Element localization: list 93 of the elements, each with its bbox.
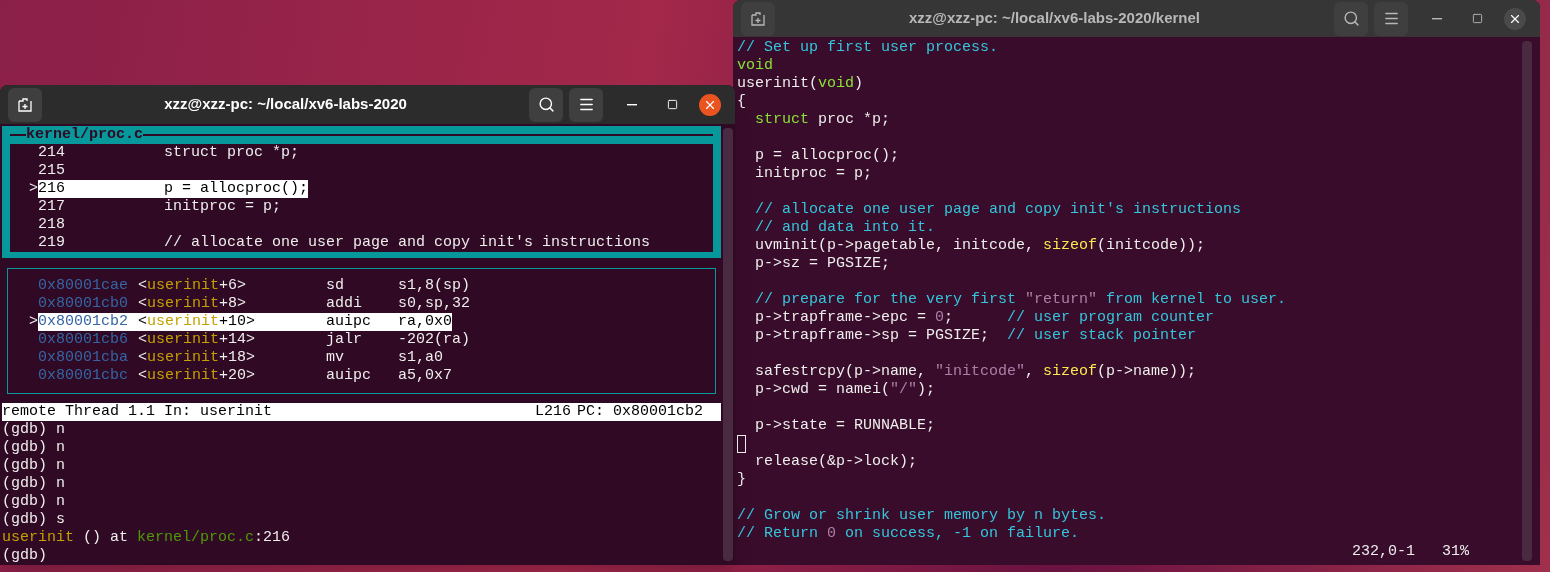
instruction-symbol: <userinit+18> <box>138 349 256 366</box>
code-line: // allocate one user page and copy init's instructions <box>754 201 1242 219</box>
instruction-address: 0x80001cbc <box>38 367 129 385</box>
line-number: 218 <box>38 216 66 234</box>
instruction-address: 0x80001cb2 <box>38 313 129 331</box>
new-tab-button[interactable] <box>8 87 42 122</box>
console-line: (gdb) n <box>2 421 65 438</box>
code-line: p->state = RUNNABLE; <box>754 417 936 435</box>
code-line: p->trapframe->sp = PGSIZE; // user stack pointer <box>754 327 1197 345</box>
console-line: (gdb) n <box>2 439 65 456</box>
minimize-icon <box>627 103 637 106</box>
search-button[interactable] <box>1334 1 1368 36</box>
code-line: initproc = p; <box>754 165 873 183</box>
thread-status: remote Thread 1.1 In: userinit <box>2 403 274 421</box>
line-number: 217 <box>38 198 66 216</box>
code-line: release(&p->lock); <box>754 453 918 471</box>
instruction-address: 0x80001cb0 <box>38 295 129 313</box>
close-button[interactable] <box>699 93 721 116</box>
code-line: } <box>737 471 746 489</box>
console-line: (gdb) n <box>2 457 65 474</box>
menu-icon <box>577 96 595 113</box>
instruction-address: 0x80001cba <box>38 349 129 367</box>
line-number: 216 <box>38 180 66 198</box>
instruction-operands: ra,0x0 <box>398 313 452 331</box>
scroll-percent: 31% <box>1442 543 1469 561</box>
source-code: initproc = p; <box>164 198 282 216</box>
code-line: // Set up first user process. <box>737 39 999 57</box>
scrollbar[interactable] <box>1522 41 1532 561</box>
code-line: safestrcpy(p->name, "initcode", sizeof(p->name)); <box>754 363 1197 381</box>
instruction-address: 0x80001cb6 <box>38 331 129 349</box>
console-line: userinit () at kernel/proc.c:216 <box>2 529 291 546</box>
code-line: userinit(void) <box>737 75 864 93</box>
instruction-mnemonic: auipc <box>326 367 372 385</box>
search-icon <box>537 96 555 113</box>
console-line: (gdb) s <box>2 511 65 528</box>
minimize-icon <box>1432 17 1442 20</box>
scrollbar[interactable] <box>723 128 733 561</box>
current-instruction-marker: > <box>29 313 38 331</box>
panel-title: kernel/proc.c <box>26 126 144 144</box>
window-title: xzz@xzz-pc: ~/local/xv6-labs-2020 <box>163 94 408 115</box>
console-line: (gdb) <box>2 547 47 564</box>
source-code: // allocate one user page and copy init's instructions <box>164 234 651 252</box>
instruction-operands: s1,8(sp) <box>398 277 470 295</box>
menu-icon <box>1382 10 1400 27</box>
line-number: 219 <box>38 234 66 252</box>
instruction-symbol: <userinit+14> <box>138 331 256 348</box>
instruction-mnemonic: mv <box>326 349 345 367</box>
code-line: // Grow or shrink user memory by n bytes. <box>737 507 1107 525</box>
search-icon <box>1342 10 1360 27</box>
instruction-mnemonic: addi <box>326 295 363 313</box>
code-line: struct proc *p; <box>754 111 891 129</box>
code-line: uvminit(p->pagetable, initcode, sizeof(initcode)); <box>754 237 1206 255</box>
maximize-icon <box>1471 13 1483 24</box>
code-line: // Return 0 on success, -1 on failure. <box>737 525 1080 543</box>
new-tab-button[interactable] <box>741 1 775 36</box>
console-line: (gdb) n <box>2 475 65 492</box>
instruction-operands: -202(ra) <box>398 331 470 349</box>
search-button[interactable] <box>529 87 563 122</box>
instruction-mnemonic: auipc <box>326 313 372 331</box>
line-number: 214 <box>38 144 66 162</box>
new-tab-icon <box>750 10 766 27</box>
instruction-symbol: <userinit+10> <box>138 313 256 330</box>
cursor-position: 232,0-1 <box>1352 543 1416 561</box>
instruction-symbol: <userinit+20> <box>138 367 256 384</box>
code-line: p->cwd = namei("/"); <box>754 381 936 399</box>
instruction-address: 0x80001cae <box>38 277 129 295</box>
code-line: p->trapframe->epc = 0; // user program counter <box>754 309 1215 327</box>
instruction-mnemonic: sd <box>326 277 345 295</box>
maximize-icon <box>666 99 678 110</box>
console-line: (gdb) n <box>2 493 65 510</box>
code-line: // prepare for the very first "return" from kernel to user. <box>754 291 1287 309</box>
instruction-operands: s0,sp,32 <box>398 295 470 313</box>
instruction-symbol: <userinit+8> <box>138 295 247 312</box>
window-title: xzz@xzz-pc: ~/local/xv6-labs-2020/kernel <box>908 8 1201 29</box>
source-code: p = allocproc(); <box>164 180 309 198</box>
menu-button[interactable] <box>1374 1 1408 36</box>
menu-button[interactable] <box>569 87 603 122</box>
line-number: 215 <box>38 162 66 180</box>
instruction-symbol: <userinit+6> <box>138 277 247 294</box>
line-indicator: L216 <box>535 403 572 421</box>
new-tab-icon <box>17 96 33 113</box>
instruction-mnemonic: jalr <box>326 331 363 349</box>
code-line: { <box>737 93 746 111</box>
instruction-operands: a5,0x7 <box>398 367 452 385</box>
source-code: struct proc *p; <box>164 144 300 162</box>
code-line: p = allocproc(); <box>754 147 900 165</box>
code-line: p->sz = PGSIZE; <box>754 255 891 273</box>
code-line: // and data into it. <box>754 219 936 237</box>
pc-indicator: PC: 0x80001cb2 <box>577 403 705 421</box>
instruction-operands: s1,a0 <box>398 349 443 367</box>
close-button[interactable] <box>1504 7 1526 30</box>
code-line: void <box>737 57 773 75</box>
current-line-marker: > <box>29 180 38 198</box>
